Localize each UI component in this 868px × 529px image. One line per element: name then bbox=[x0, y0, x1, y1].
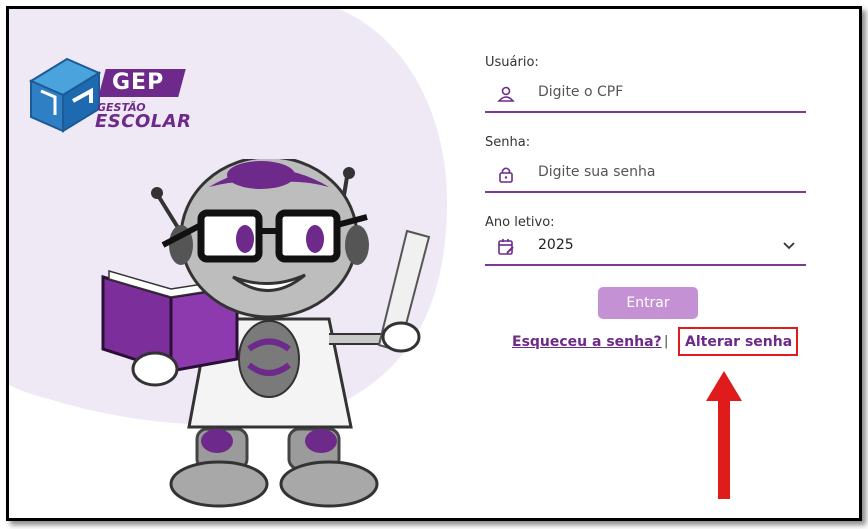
link-separator: | bbox=[664, 334, 669, 349]
usuario-label: Usuário: bbox=[485, 55, 539, 70]
gep-logo: GEP GESTÃO ESCOLAR bbox=[25, 51, 191, 141]
calendar-edit-icon bbox=[498, 239, 514, 255]
forgot-password-link[interactable]: Esqueceu a senha? bbox=[512, 334, 662, 350]
entrar-button[interactable]: Entrar bbox=[598, 287, 698, 319]
user-icon bbox=[497, 86, 515, 102]
alter-password-link[interactable]: Alterar senha bbox=[678, 327, 799, 356]
robot-mascot-illustration bbox=[101, 159, 431, 508]
ano-select[interactable]: 2025 bbox=[485, 228, 806, 266]
usuario-field[interactable]: Digite o CPF bbox=[485, 75, 806, 113]
senha-placeholder: Digite sua senha bbox=[538, 164, 656, 180]
usuario-placeholder: Digite o CPF bbox=[538, 84, 624, 100]
logo-line2: ESCOLAR bbox=[95, 111, 192, 132]
senha-label: Senha: bbox=[485, 135, 531, 150]
senha-field[interactable]: Digite sua senha bbox=[485, 155, 806, 193]
ano-value: 2025 bbox=[538, 237, 574, 253]
logo-badge: GEP bbox=[98, 69, 186, 97]
red-arrow-annotation bbox=[706, 371, 742, 499]
logo-box-icon bbox=[28, 57, 101, 133]
login-window: GEP GESTÃO ESCOLAR Usuário: Digite o CPF… bbox=[6, 6, 862, 521]
lock-icon bbox=[499, 167, 513, 183]
chevron-down-icon[interactable] bbox=[782, 239, 796, 253]
logo-badge-text: GEP bbox=[112, 70, 165, 95]
